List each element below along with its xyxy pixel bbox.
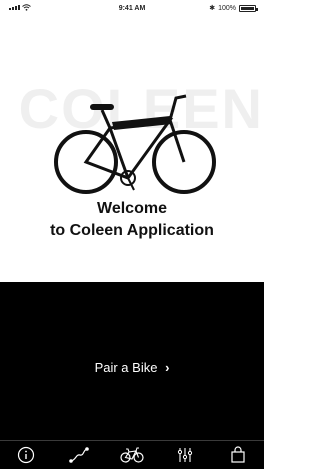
battery-percent: 100% [218, 4, 236, 12]
tab-settings[interactable] [165, 442, 205, 468]
welcome-line-1: Welcome [97, 200, 167, 217]
tab-info[interactable] [6, 442, 46, 468]
pair-bike-button[interactable]: Pair a Bike › [0, 360, 264, 375]
chevron-right-icon: › [165, 360, 170, 375]
tab-bike[interactable] [112, 442, 152, 468]
tab-shop[interactable] [218, 442, 258, 468]
tab-route[interactable] [59, 442, 99, 468]
welcome-line-2: to Coleen Application [50, 222, 214, 239]
welcome-heading: Welcome to Coleen Application [0, 198, 264, 242]
route-icon [69, 447, 89, 463]
battery-icon [239, 4, 258, 12]
shopping-bag-icon [230, 446, 245, 463]
tab-bar [0, 440, 264, 469]
bluetooth-icon: ✱ [209, 5, 216, 12]
pair-bike-label: Pair a Bike [94, 360, 158, 375]
status-bar: 9:41 AM ✱ 100% [0, 0, 264, 18]
bike-illustration-icon [54, 94, 216, 194]
info-icon [18, 446, 35, 464]
hero-section: COLEEN Welcome to Coleen Application [0, 18, 264, 282]
bike-icon [120, 447, 144, 463]
app-screen: 9:41 AM ✱ 100% COLEEN Welcome to Coleen … [0, 0, 264, 469]
battery-group: ✱ 100% [209, 4, 258, 12]
pair-section: Pair a Bike › [0, 282, 264, 469]
sliders-icon [177, 448, 192, 462]
